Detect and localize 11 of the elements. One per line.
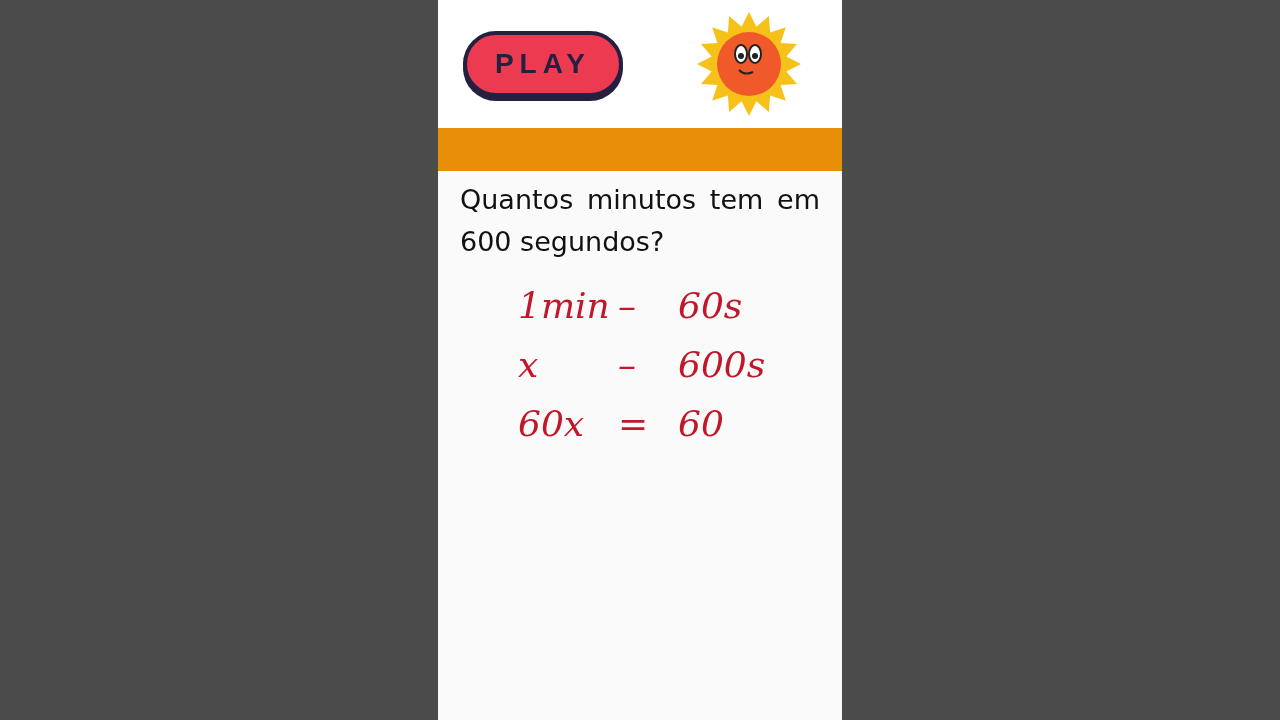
handwritten-text: 600s [678,344,767,385]
handwritten-text: 60s [678,285,744,326]
handwritten-text: 60x [518,403,586,444]
handwritten-text: = [618,403,650,444]
handwritten-text: – [618,285,637,326]
handwritten-text: x [518,344,540,385]
smiling-sun-icon [696,11,802,117]
question-text: Quantos minutos tem em 600 segundos? [459,183,821,259]
handwritten-text: 1min [518,285,611,326]
handwritten-text: – [618,344,637,385]
handwritten-text: 60 [678,403,725,444]
